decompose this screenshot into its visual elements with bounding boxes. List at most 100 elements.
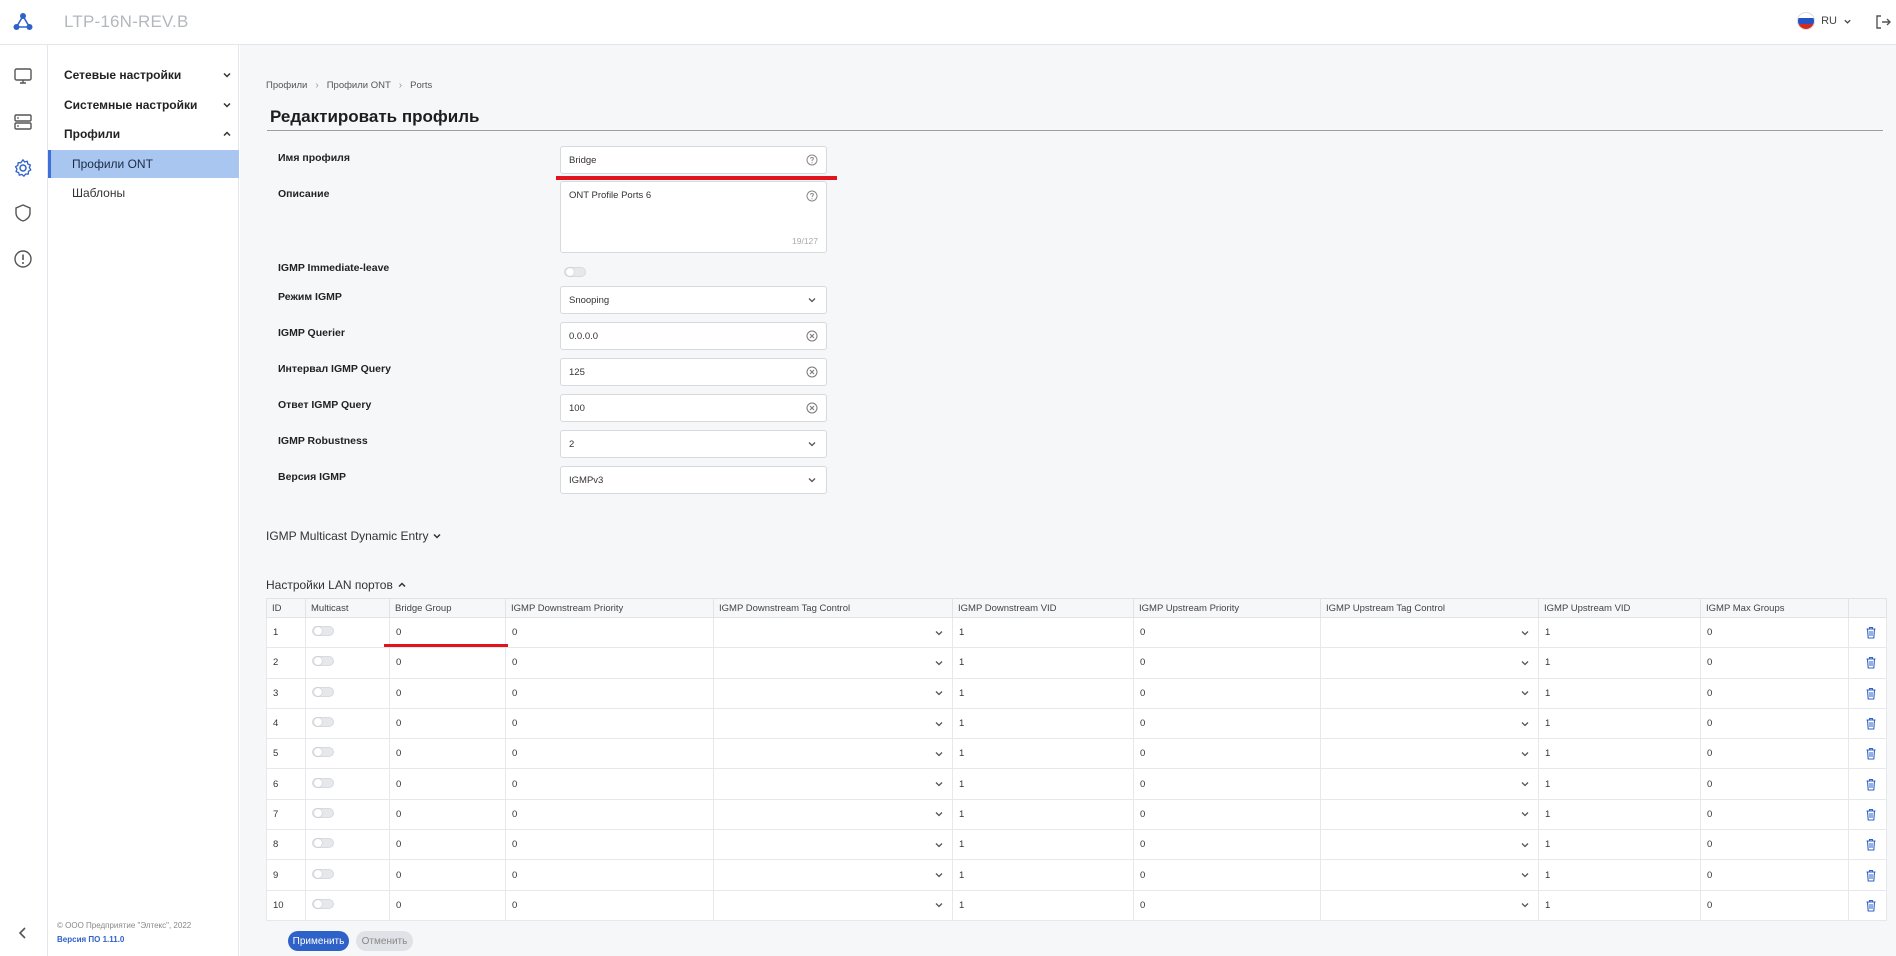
cell-ds-tag-control[interactable] <box>713 647 953 679</box>
cell-us-priority[interactable]: 0 <box>1133 829 1321 861</box>
ds-tag-control-select[interactable] <box>720 688 952 698</box>
cell-ds-tag-control[interactable] <box>713 768 953 800</box>
trash-icon[interactable] <box>1865 778 1877 791</box>
cell-us-vid[interactable]: 1 <box>1538 616 1701 649</box>
shield-icon[interactable] <box>12 202 34 224</box>
cell-ds-vid[interactable]: 1 <box>952 616 1134 649</box>
cell-max-groups[interactable]: 0 <box>1700 707 1849 740</box>
cell-max-groups[interactable]: 0 <box>1700 889 1849 921</box>
cell-ds-vid[interactable]: 1 <box>952 829 1134 861</box>
cell-us-vid[interactable]: 1 <box>1538 859 1701 891</box>
us-tag-control-select[interactable] <box>1327 809 1538 819</box>
sidebar-item-ont-profiles[interactable]: Профили ONT <box>48 150 239 178</box>
cell-us-priority[interactable]: 0 <box>1133 616 1321 649</box>
delete-row-button[interactable] <box>1855 808 1886 821</box>
cell-bridge-group[interactable]: 0 <box>389 707 506 740</box>
lan-ports-toggle[interactable]: Настройки LAN портов <box>266 578 407 592</box>
multicast-toggle[interactable] <box>312 898 334 909</box>
trash-icon[interactable] <box>1865 717 1877 730</box>
language-selector[interactable]: RU <box>1797 12 1852 30</box>
cell-ds-priority[interactable]: 0 <box>505 616 714 649</box>
cell-max-groups[interactable]: 0 <box>1700 798 1849 831</box>
immediate-leave-toggle[interactable] <box>564 267 586 277</box>
multicast-dynamic-toggle[interactable]: IGMP Multicast Dynamic Entry <box>266 529 442 543</box>
cell-ds-tag-control[interactable] <box>713 859 953 891</box>
us-tag-control-select[interactable] <box>1327 870 1538 880</box>
cell-max-groups[interactable]: 0 <box>1700 616 1849 649</box>
cell-ds-vid[interactable]: 1 <box>952 768 1134 800</box>
cell-ds-tag-control[interactable] <box>713 677 953 709</box>
cell-bridge-group[interactable]: 0 <box>389 677 506 709</box>
ds-tag-control-select[interactable] <box>720 779 952 789</box>
cell-us-tag-control[interactable] <box>1320 829 1539 861</box>
cell-bridge-group[interactable]: 0 <box>389 738 506 770</box>
cell-ds-priority[interactable]: 0 <box>505 707 714 740</box>
delete-row-button[interactable] <box>1855 717 1886 730</box>
ds-tag-control-select[interactable] <box>720 628 952 638</box>
robustness-select[interactable]: 2 <box>560 430 827 458</box>
sidebar-group-system[interactable]: Системные настройки <box>64 95 232 115</box>
cell-bridge-group[interactable]: 0 <box>389 768 506 800</box>
cell-max-groups[interactable]: 0 <box>1700 677 1849 709</box>
cell-us-priority[interactable]: 0 <box>1133 768 1321 800</box>
us-tag-control-select[interactable] <box>1327 658 1538 668</box>
cell-max-groups[interactable]: 0 <box>1700 859 1849 891</box>
cell-us-priority[interactable]: 0 <box>1133 677 1321 709</box>
multicast-toggle[interactable] <box>312 626 334 637</box>
cell-ds-priority[interactable]: 0 <box>505 677 714 709</box>
monitor-icon[interactable] <box>12 65 34 87</box>
cell-ds-tag-control[interactable] <box>713 616 953 649</box>
breadcrumb-item[interactable]: Профили <box>266 80 307 91</box>
cell-us-vid[interactable]: 1 <box>1538 707 1701 740</box>
trash-icon[interactable] <box>1865 656 1877 669</box>
ds-tag-control-select[interactable] <box>720 809 952 819</box>
cell-us-priority[interactable]: 0 <box>1133 647 1321 679</box>
cell-ds-priority[interactable]: 0 <box>505 768 714 800</box>
help-icon[interactable] <box>806 154 818 166</box>
trash-icon[interactable] <box>1865 838 1877 851</box>
cell-ds-priority[interactable]: 0 <box>505 798 714 831</box>
cell-us-tag-control[interactable] <box>1320 859 1539 891</box>
sidebar-item-templates[interactable]: Шаблоны <box>48 179 239 207</box>
cell-us-tag-control[interactable] <box>1320 768 1539 800</box>
cell-bridge-group[interactable]: 0 <box>389 859 506 891</box>
igmp-mode-select[interactable]: Snooping <box>560 286 827 314</box>
us-tag-control-select[interactable] <box>1327 719 1538 729</box>
cell-ds-tag-control[interactable] <box>713 798 953 831</box>
delete-row-button[interactable] <box>1855 778 1886 791</box>
us-tag-control-select[interactable] <box>1327 840 1538 850</box>
cell-us-priority[interactable]: 0 <box>1133 798 1321 831</box>
description-textarea[interactable]: ONT Profile Ports 6 19/127 <box>560 181 827 253</box>
cell-us-tag-control[interactable] <box>1320 889 1539 921</box>
cell-max-groups[interactable]: 0 <box>1700 829 1849 861</box>
cell-us-tag-control[interactable] <box>1320 707 1539 740</box>
multicast-toggle[interactable] <box>312 686 334 697</box>
multicast-toggle[interactable] <box>312 868 334 879</box>
query-response-input[interactable]: 100 <box>560 394 827 422</box>
cell-ds-tag-control[interactable] <box>713 829 953 861</box>
query-interval-input[interactable]: 125 <box>560 358 827 386</box>
multicast-toggle[interactable] <box>312 807 334 818</box>
footer-version[interactable]: Версия ПО 1.11.0 <box>57 935 124 944</box>
us-tag-control-select[interactable] <box>1327 688 1538 698</box>
cell-ds-vid[interactable]: 1 <box>952 738 1134 770</box>
trash-icon[interactable] <box>1865 899 1877 912</box>
cell-ds-vid[interactable]: 1 <box>952 647 1134 679</box>
ds-tag-control-select[interactable] <box>720 900 952 910</box>
ds-tag-control-select[interactable] <box>720 719 952 729</box>
delete-row-button[interactable] <box>1855 626 1886 639</box>
trash-icon[interactable] <box>1865 626 1877 639</box>
multicast-toggle[interactable] <box>312 747 334 758</box>
cell-bridge-group[interactable]: 0 <box>389 798 506 831</box>
delete-row-button[interactable] <box>1855 656 1886 669</box>
cell-ds-vid[interactable]: 1 <box>952 798 1134 831</box>
cell-bridge-group[interactable]: 0 <box>389 829 506 861</box>
cell-ds-priority[interactable]: 0 <box>505 859 714 891</box>
delete-row-button[interactable] <box>1855 747 1886 760</box>
cell-ds-tag-control[interactable] <box>713 889 953 921</box>
trash-icon[interactable] <box>1865 687 1877 700</box>
us-tag-control-select[interactable] <box>1327 779 1538 789</box>
cell-us-vid[interactable]: 1 <box>1538 768 1701 800</box>
delete-row-button[interactable] <box>1855 869 1886 882</box>
us-tag-control-select[interactable] <box>1327 900 1538 910</box>
